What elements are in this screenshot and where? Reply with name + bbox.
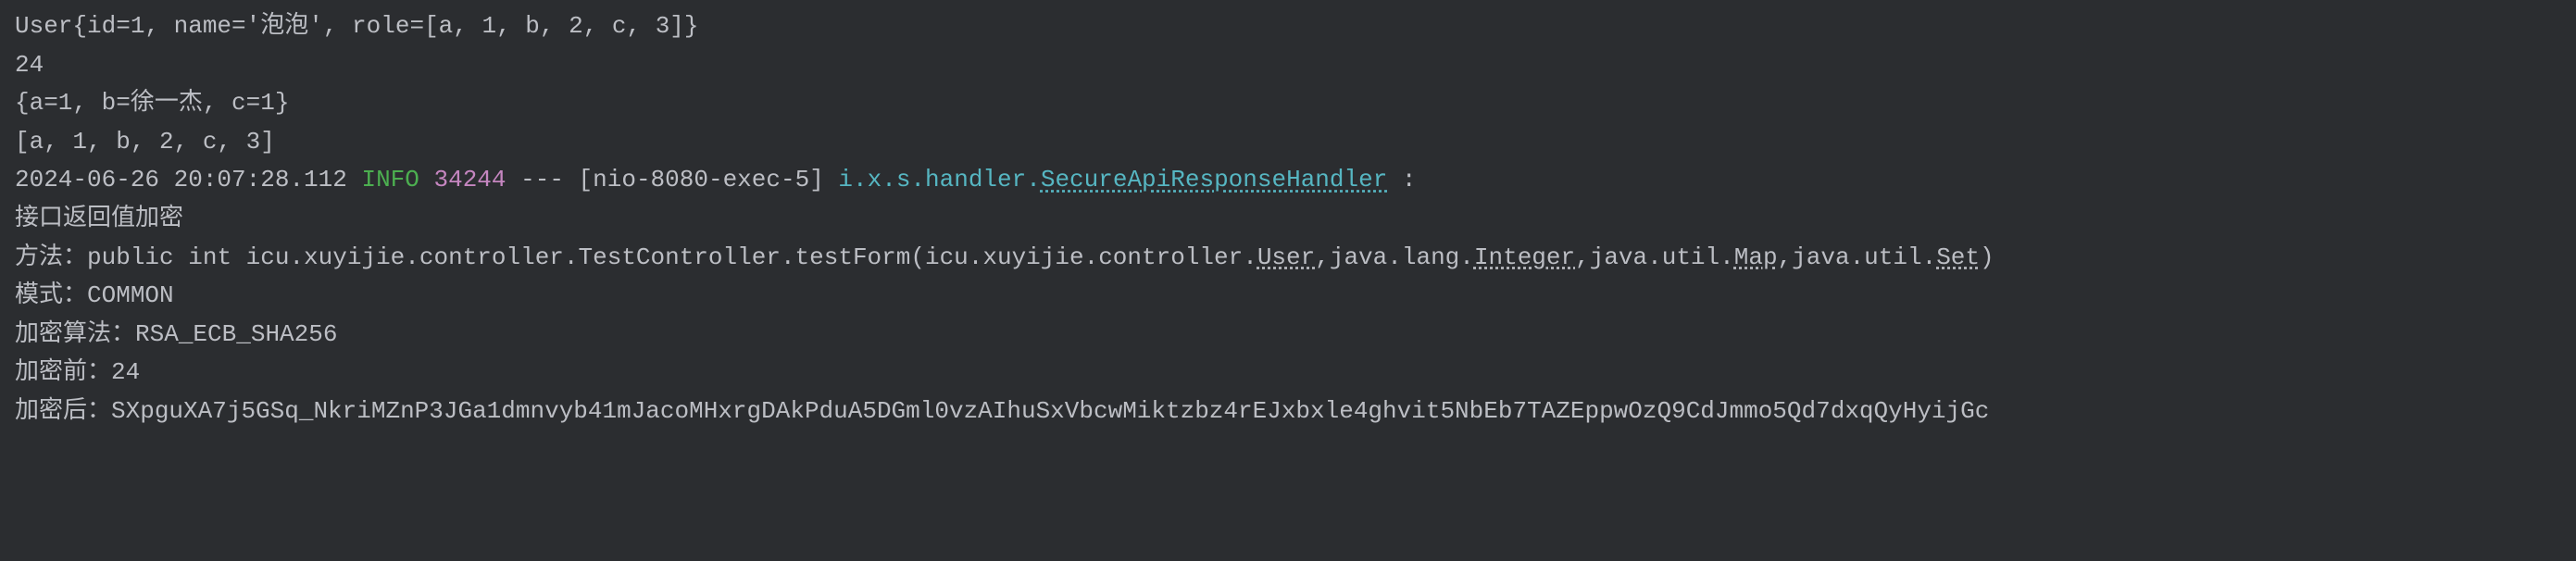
method-mid2: ,java.util. [1575, 243, 1734, 271]
after-value: SXpguXA7j5GSq_NkriMZnP3JGa1dmnvyb41mJaco… [111, 397, 1989, 425]
output-line-1: User{id=1, name='泡泡', role=[a, 1, b, 2, … [15, 7, 2561, 46]
method-integer: Integer [1474, 243, 1575, 271]
method-end: ) [1980, 243, 1995, 271]
log-pid: 34244 [434, 166, 506, 193]
log-entry: 2024-06-26 20:07:28.112 INFO 34244 --- [… [15, 161, 2561, 200]
message-algo: 加密算法：RSA_ECB_SHA256 [15, 316, 2561, 355]
message-mode: 模式：COMMON [15, 277, 2561, 316]
log-level: INFO [361, 166, 419, 193]
log-separator: --- [520, 166, 564, 193]
algo-label: 加密算法： [15, 320, 135, 348]
mode-value: COMMON [87, 281, 174, 309]
log-logger-class: SecureApiResponseHandler [1041, 166, 1387, 193]
method-set: Set [1936, 243, 1980, 271]
log-logger-prefix: i.x.s.handler. [838, 166, 1040, 193]
method-prefix: public int icu.xuyijie.controller.TestCo… [87, 243, 1257, 271]
method-label: 方法： [15, 243, 87, 271]
log-colon: : [1402, 166, 1417, 193]
method-user: User [1257, 243, 1315, 271]
before-label: 加密前： [15, 358, 111, 386]
message-header: 接口返回值加密 [15, 200, 2561, 239]
output-line-4: [a, 1, b, 2, c, 3] [15, 123, 2561, 162]
algo-value: RSA_ECB_SHA256 [135, 320, 337, 348]
method-mid3: ,java.util. [1778, 243, 1937, 271]
method-mid1: ,java.lang. [1315, 243, 1474, 271]
message-method: 方法：public int icu.xuyijie.controller.Tes… [15, 239, 2561, 278]
method-map: Map [1734, 243, 1778, 271]
before-value: 24 [111, 358, 140, 386]
message-after: 加密后：SXpguXA7j5GSq_NkriMZnP3JGa1dmnvyb41m… [15, 393, 2561, 431]
output-line-3: {a=1, b=徐一杰, c=1} [15, 84, 2561, 123]
output-line-2: 24 [15, 46, 2561, 85]
message-before: 加密前：24 [15, 354, 2561, 393]
after-label: 加密后： [15, 397, 111, 425]
mode-label: 模式： [15, 281, 87, 309]
log-thread: [nio-8080-exec-5] [579, 166, 824, 193]
log-timestamp: 2024-06-26 20:07:28.112 [15, 166, 347, 193]
